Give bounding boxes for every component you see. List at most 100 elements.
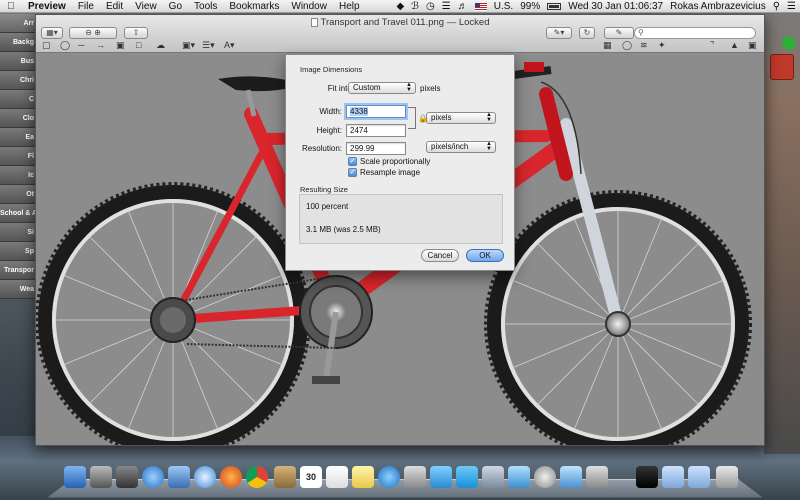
category-item[interactable]: Ic — [0, 166, 36, 185]
volume-icon[interactable]: ♬ — [458, 1, 468, 12]
mission-control-icon[interactable] — [116, 466, 138, 488]
preview-app-icon[interactable] — [168, 466, 190, 488]
contacts-icon[interactable] — [274, 466, 296, 488]
menu-file[interactable]: File — [72, 0, 100, 13]
rectangle-shape-icon[interactable]: ▢ — [42, 40, 51, 51]
textedit-icon[interactable] — [586, 466, 608, 488]
category-item[interactable]: Arr — [0, 14, 36, 33]
battery-icon[interactable] — [547, 3, 562, 10]
resample-image-label[interactable]: Resample image — [360, 168, 420, 177]
arrow-tool-icon[interactable]: → — [96, 40, 105, 51]
safari-icon[interactable] — [194, 466, 216, 488]
scale-proportionally-label[interactable]: Scale proportionally — [360, 157, 430, 166]
bluetooth-icon[interactable]: ℬ — [411, 1, 419, 12]
line-width-icon[interactable]: ☰▾ — [202, 40, 215, 51]
menu-help[interactable]: Help — [333, 0, 366, 13]
document-thumbnail-icon[interactable] — [636, 466, 658, 488]
us-flag-icon[interactable] — [474, 2, 487, 11]
adjust-size-icon[interactable]: ▣ — [748, 40, 757, 51]
apple-menu-icon[interactable]:  — [0, 1, 22, 12]
spotlight-icon[interactable]: ⚲ — [773, 1, 780, 12]
category-item[interactable]: C — [0, 90, 36, 109]
height-field[interactable]: 2474 — [346, 124, 406, 137]
search-input[interactable]: ⚲ — [634, 27, 756, 39]
category-item[interactable]: School & A — [0, 204, 36, 223]
rectangular-selection-icon[interactable]: ▦ — [603, 40, 612, 51]
rotate-button[interactable]: ↻ — [579, 27, 595, 39]
system-preferences-icon[interactable] — [534, 466, 556, 488]
category-item[interactable]: Backg — [0, 33, 36, 52]
sign-tool-icon[interactable]: ☁ — [156, 40, 165, 51]
category-item[interactable]: Ot — [0, 185, 36, 204]
clock[interactable]: Wed 30 Jan 01:06:37 — [568, 1, 663, 12]
menu-window[interactable]: Window — [285, 0, 333, 13]
category-item[interactable]: Chri — [0, 71, 36, 90]
battery-percent[interactable]: 99% — [520, 1, 540, 12]
system-icon[interactable] — [508, 466, 530, 488]
applications-folder-icon[interactable] — [688, 466, 710, 488]
skype-icon[interactable] — [456, 466, 478, 488]
menu-bookmarks[interactable]: Bookmarks — [223, 0, 285, 13]
edit-toolbar-button[interactable]: ✎ — [604, 27, 634, 39]
user-name[interactable]: Rokas Ambrazevicius — [670, 1, 766, 12]
twitter-icon[interactable] — [430, 466, 452, 488]
photo-booth-icon[interactable] — [404, 466, 426, 488]
reminders-icon[interactable] — [326, 466, 348, 488]
category-item[interactable]: Si — [0, 223, 36, 242]
crop-icon[interactable]: ⌝ — [710, 40, 714, 51]
menu-edit[interactable]: Edit — [100, 0, 129, 13]
menu-view[interactable]: View — [129, 0, 163, 13]
input-source-label[interactable]: U.S. — [494, 1, 513, 12]
speech-bubble-icon[interactable]: □ — [136, 40, 141, 51]
category-item[interactable]: Bus — [0, 52, 36, 71]
fit-into-popup[interactable]: Custom ▲ ▼ — [348, 82, 416, 94]
instant-alpha-icon[interactable]: ✦ — [658, 40, 666, 51]
time-machine-icon[interactable]: ◷ — [426, 1, 435, 12]
trash-icon[interactable] — [716, 466, 738, 488]
elliptical-selection-icon[interactable]: ◯ — [622, 40, 632, 51]
size-unit-popup[interactable]: pixels ▲ ▼ — [426, 112, 496, 124]
resolution-unit-popup[interactable]: pixels/inch ▲ ▼ — [426, 141, 496, 153]
notification-center-icon[interactable]: ☰ — [787, 1, 796, 12]
notes-icon[interactable] — [352, 466, 374, 488]
adjust-color-icon[interactable]: ▲ — [730, 40, 739, 51]
menu-go[interactable]: Go — [163, 0, 188, 13]
resample-image-checkbox[interactable]: ✓ — [348, 168, 357, 177]
annotate-button[interactable]: ✎▾ — [546, 27, 572, 39]
desktop-app-icon[interactable] — [770, 54, 794, 80]
scale-proportionally-checkbox[interactable]: ✓ — [348, 157, 357, 166]
text-tool-icon[interactable]: ▣ — [116, 40, 125, 51]
width-field[interactable]: 4338 — [346, 105, 406, 118]
font-tool-icon[interactable]: A▾ — [224, 40, 235, 51]
firefox-icon[interactable] — [220, 466, 242, 488]
zoom-button[interactable]: ⊖ ⊕ — [69, 27, 117, 39]
preview-dock-icon[interactable] — [560, 466, 582, 488]
finder-icon[interactable] — [64, 466, 86, 488]
category-item[interactable]: Fl — [0, 147, 36, 166]
category-item[interactable]: Wea — [0, 280, 36, 299]
line-tool-icon[interactable]: ─ — [78, 40, 84, 51]
chrome-icon[interactable] — [246, 466, 268, 488]
ok-button[interactable]: OK — [466, 249, 504, 262]
menu-app-name[interactable]: Preview — [22, 0, 72, 13]
mail-icon[interactable] — [482, 466, 504, 488]
downloads-folder-icon[interactable] — [662, 466, 684, 488]
share-button[interactable]: ⇧ — [124, 27, 148, 39]
color-picker-icon[interactable]: ▣▾ — [182, 40, 195, 51]
dropbox-icon[interactable]: ◆ — [396, 1, 404, 12]
view-menu-button[interactable]: ▦▾ — [41, 27, 63, 39]
lasso-icon[interactable]: ≋ — [640, 40, 648, 51]
oval-shape-icon[interactable]: ◯ — [60, 40, 70, 51]
resolution-field[interactable]: 299.99 — [346, 142, 406, 155]
category-item[interactable]: Clo — [0, 109, 36, 128]
category-item[interactable]: Ea — [0, 128, 36, 147]
launchpad-icon[interactable] — [90, 466, 112, 488]
locked-status[interactable]: — Locked — [447, 17, 490, 28]
category-item[interactable]: Sp — [0, 242, 36, 261]
cancel-button[interactable]: Cancel — [421, 249, 459, 262]
calendar-icon[interactable]: 30 — [300, 466, 322, 488]
wifi-icon[interactable]: ☰ — [442, 1, 451, 12]
app-store-icon[interactable] — [142, 466, 164, 488]
itunes-icon[interactable] — [378, 466, 400, 488]
category-item[interactable]: Transpor — [0, 261, 36, 280]
